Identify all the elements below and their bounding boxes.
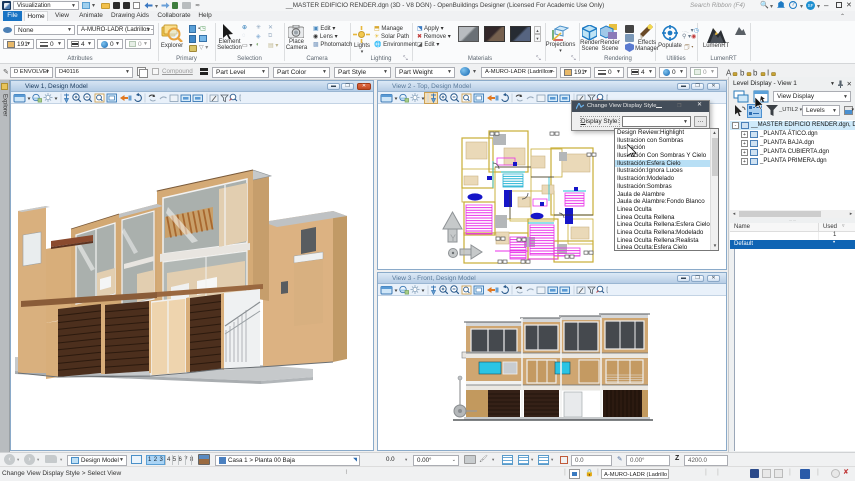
svg-text:Y: Y	[450, 233, 456, 243]
